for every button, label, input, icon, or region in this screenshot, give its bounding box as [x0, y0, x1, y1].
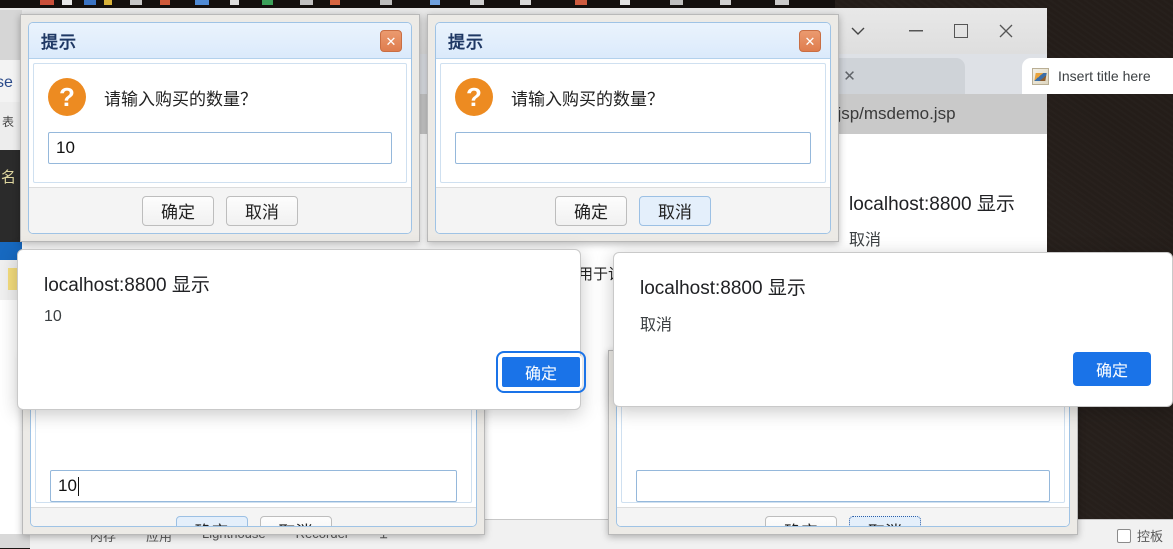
- prompt-input-field[interactable]: [636, 470, 1050, 502]
- prompt-input-field[interactable]: 10: [50, 470, 457, 502]
- window-minimize-button[interactable]: [893, 8, 939, 54]
- prompt-cancel-button[interactable]: 取消: [226, 195, 298, 226]
- prompt-input-value: 10: [58, 476, 77, 495]
- browser-tab-1[interactable]: Insert title here: [1022, 58, 1173, 94]
- tab-search-chevron-down-icon[interactable]: [835, 8, 881, 54]
- prompt-dialog-close-icon[interactable]: ✕: [380, 30, 402, 52]
- prompt-input-field[interactable]: [455, 132, 811, 164]
- js-alert-left[interactable]: localhost:8800 显示 10 确定: [17, 249, 586, 410]
- prompt-ok-button[interactable]: 确定: [142, 195, 214, 226]
- prompt-cancel-button[interactable]: 取消: [639, 195, 711, 226]
- prompt-question-row: ? 请输入购买的数量？: [455, 78, 811, 116]
- prompt-dialog-titlebar[interactable]: 提示 ✕: [29, 23, 411, 59]
- prompt-dialog-footer: 确定 取消: [29, 187, 411, 233]
- prompt-dialog-inner: 提示 ✕ ? 请输入购买的数量？ 确定 取消: [435, 22, 831, 234]
- js-alert-message: 10: [44, 308, 62, 325]
- prompt-input-value: 10: [56, 138, 75, 157]
- question-mark-icon: ?: [455, 78, 493, 116]
- text-caret: [77, 476, 79, 496]
- prompt-dialog-inner: 提示 ✕ ? 请输入购买的数量？ 10 确定 取消: [28, 22, 412, 234]
- prompt-question-row: ? 请输入购买的数量？: [48, 78, 392, 116]
- prompt-dialog-title: 提示: [41, 33, 77, 52]
- js-alert-origin: localhost:8800 显示: [640, 278, 806, 299]
- prompt-dialog-body: ? 请输入购买的数量？ 10: [35, 399, 472, 503]
- prompt-dialog-title: 提示: [448, 33, 484, 52]
- js-alert-origin: localhost:8800 显示: [44, 275, 210, 296]
- devtools-right-label: 控板: [1136, 529, 1163, 544]
- tomcat-favicon: [1032, 67, 1049, 85]
- close-x-icon: [999, 24, 1013, 38]
- bg-window-sliver-dark: [0, 150, 22, 242]
- js-alert-right[interactable]: localhost:8800 显示 取消 确定: [613, 252, 1173, 407]
- js-alert-message: 取消: [640, 317, 673, 334]
- bg-window-sliver-1: [0, 10, 22, 60]
- devtools-right-controls: 控板: [1116, 526, 1163, 545]
- prompt-question-text: 请输入购买的数量？: [104, 89, 257, 109]
- browser-tab-1-label: Insert title here: [1058, 68, 1151, 84]
- page-alert-message-text: 取消: [849, 232, 882, 249]
- window-close-button[interactable]: [983, 8, 1029, 54]
- js-alert-ok-button[interactable]: 确定: [1073, 352, 1151, 386]
- prompt-dialog-close-icon[interactable]: ✕: [799, 30, 821, 52]
- prompt-cancel-button[interactable]: 取消: [849, 515, 921, 526]
- bg-text-name: 名: [1, 169, 17, 186]
- prompt-ok-button[interactable]: 确定: [555, 195, 627, 226]
- page-alert-origin-text: localhost:8800 显示: [849, 194, 1015, 215]
- bg-text-cell: 表: [2, 115, 15, 129]
- browser-tab-0-close-icon[interactable]: ✕: [843, 67, 856, 85]
- prompt-dialog-footer: 确定 取消: [436, 187, 830, 233]
- question-mark-icon: ?: [48, 78, 86, 116]
- prompt-dialog-footer: 确定 取消: [31, 507, 476, 526]
- js-alert-ok-button[interactable]: 确定: [496, 351, 586, 393]
- prompt-dialog-titlebar[interactable]: 提示 ✕: [436, 23, 830, 59]
- prompt-dialog-body: ? 请输入购买的数量？ 10: [33, 63, 407, 183]
- prompt-ok-button[interactable]: 确定: [175, 515, 248, 526]
- prompt-dialog-footer: 确定 取消: [617, 507, 1069, 526]
- prompt-question-text: 请输入购买的数量？: [511, 89, 664, 109]
- minimize-glyph: [909, 30, 923, 32]
- prompt-input-field[interactable]: 10: [48, 132, 392, 164]
- prompt-dialog-top-right[interactable]: 提示 ✕ ? 请输入购买的数量？ 确定 取消: [427, 14, 839, 242]
- devtools-checkbox[interactable]: [1116, 528, 1131, 543]
- window-maximize-button[interactable]: [938, 8, 984, 54]
- prompt-ok-button[interactable]: 确定: [765, 515, 837, 526]
- maximize-square-icon: [954, 24, 968, 38]
- prompt-dialog-body: ? 请输入购买的数量？: [440, 63, 826, 183]
- chevron-down-glyph: [851, 27, 865, 35]
- prompt-dialog-body: ? 请输入购买的数量？: [621, 399, 1065, 503]
- prompt-dialog-top-left[interactable]: 提示 ✕ ? 请输入购买的数量？ 10 确定 取消: [20, 14, 420, 242]
- bg-text-se: se: [0, 74, 13, 91]
- prompt-cancel-button[interactable]: 取消: [259, 515, 332, 526]
